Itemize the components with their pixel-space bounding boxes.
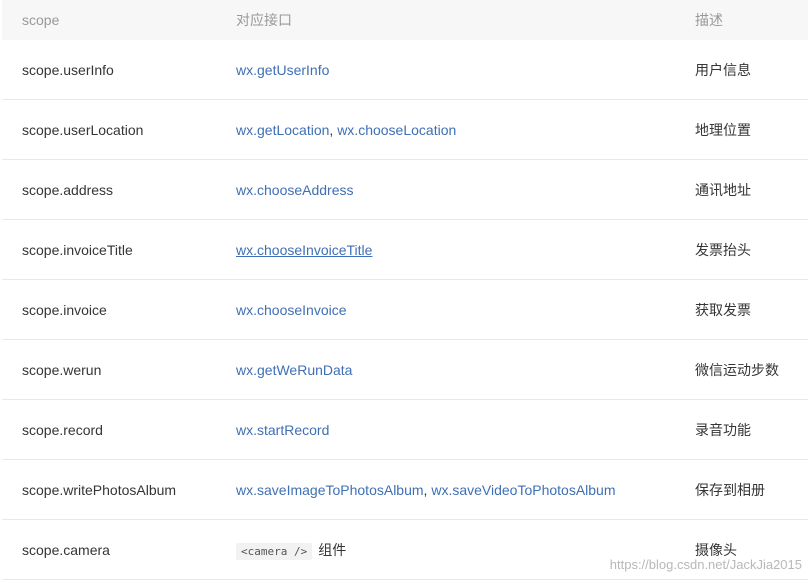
api-link[interactable]: wx.chooseInvoice bbox=[236, 302, 347, 318]
api-link[interactable]: wx.saveImageToPhotosAlbum bbox=[236, 482, 424, 498]
api-cell: wx.getWeRunData bbox=[236, 362, 352, 378]
api-link[interactable]: wx.chooseAddress bbox=[236, 182, 354, 198]
api-cell: wx.saveImageToPhotosAlbum, wx.saveVideoT… bbox=[236, 482, 616, 498]
table-row: scope.address wx.chooseAddress 通讯地址 bbox=[2, 160, 808, 220]
api-cell: <camera /> 组件 bbox=[236, 540, 346, 560]
api-link[interactable]: wx.saveVideoToPhotosAlbum bbox=[431, 482, 615, 498]
desc-cell: 保存到相册 bbox=[695, 481, 765, 498]
table-row: scope.record wx.startRecord 录音功能 bbox=[2, 400, 808, 460]
api-cell: wx.chooseInvoice bbox=[236, 302, 347, 318]
table-row: scope.userLocation wx.getLocation, wx.ch… bbox=[2, 100, 808, 160]
api-cell: wx.startRecord bbox=[236, 422, 329, 438]
desc-cell: 用户信息 bbox=[695, 61, 751, 78]
table-row: scope.writePhotosAlbum wx.saveImageToPho… bbox=[2, 460, 808, 520]
table-header: scope 对应接口 描述 bbox=[2, 0, 808, 40]
scope-cell: scope.userInfo bbox=[22, 61, 114, 78]
scope-cell: scope.werun bbox=[22, 361, 102, 378]
desc-cell: 录音功能 bbox=[695, 421, 751, 438]
desc-cell: 地理位置 bbox=[695, 121, 751, 138]
api-link[interactable]: wx.getWeRunData bbox=[236, 362, 352, 378]
header-scope: scope bbox=[22, 12, 60, 28]
scope-cell: scope.userLocation bbox=[22, 121, 144, 138]
scope-cell: scope.address bbox=[22, 181, 114, 198]
watermark: https://blog.csdn.net/JackJia2015 bbox=[609, 557, 802, 572]
api-link[interactable]: wx.startRecord bbox=[236, 422, 329, 438]
api-cell: wx.chooseAddress bbox=[236, 182, 354, 198]
camera-component-code: <camera /> bbox=[236, 542, 313, 560]
desc-cell: 通讯地址 bbox=[695, 181, 751, 198]
api-link[interactable]: wx.getUserInfo bbox=[236, 62, 329, 78]
table-row: scope.invoice wx.chooseInvoice 获取发票 bbox=[2, 280, 808, 340]
header-api: 对应接口 bbox=[236, 12, 292, 28]
scope-cell: scope.invoice bbox=[22, 301, 107, 318]
scope-table: scope 对应接口 描述 scope.userInfo wx.getUserI… bbox=[2, 0, 808, 580]
header-desc: 描述 bbox=[695, 12, 723, 28]
scope-cell: scope.camera bbox=[22, 541, 110, 558]
api-cell: wx.chooseInvoiceTitle bbox=[236, 242, 372, 258]
table-row: scope.werun wx.getWeRunData 微信运动步数 bbox=[2, 340, 808, 400]
table-row: scope.invoiceTitle wx.chooseInvoiceTitle… bbox=[2, 220, 808, 280]
api-link[interactable]: wx.chooseInvoiceTitle bbox=[236, 242, 372, 258]
scope-cell: scope.invoiceTitle bbox=[22, 241, 133, 258]
api-link[interactable]: wx.getLocation bbox=[236, 122, 329, 138]
desc-cell: 获取发票 bbox=[695, 301, 751, 318]
desc-cell: 微信运动步数 bbox=[695, 361, 779, 378]
table-row: scope.userInfo wx.getUserInfo 用户信息 bbox=[2, 40, 808, 100]
api-cell: wx.getUserInfo bbox=[236, 62, 329, 78]
api-link[interactable]: wx.chooseLocation bbox=[337, 122, 456, 138]
api-cell: wx.getLocation, wx.chooseLocation bbox=[236, 122, 456, 138]
scope-cell: scope.record bbox=[22, 421, 103, 438]
desc-cell: 发票抬头 bbox=[695, 241, 751, 258]
component-label: 组件 bbox=[318, 541, 347, 558]
scope-cell: scope.writePhotosAlbum bbox=[22, 481, 177, 498]
